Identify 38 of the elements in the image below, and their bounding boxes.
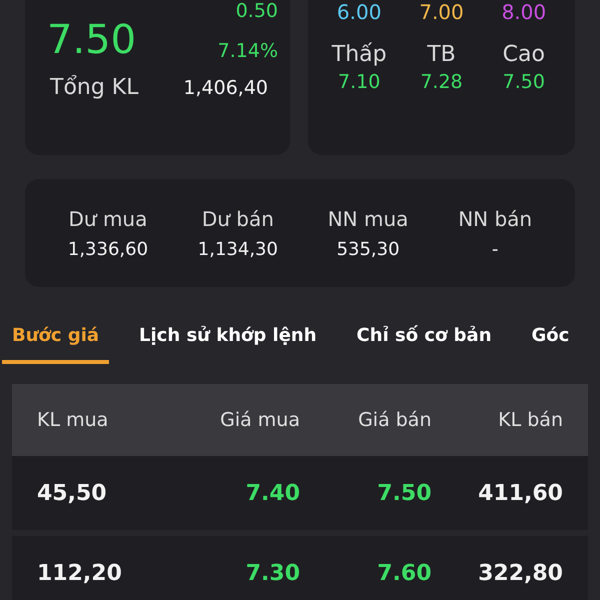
tab[interactable]: Chỉ số cơ bản (346, 319, 502, 364)
range-value: 7.10 (338, 71, 380, 93)
table-cell-text: 112,20 (37, 560, 123, 586)
summary-value: - (492, 238, 498, 260)
range-value: 7.28 (420, 71, 463, 93)
reference-price: 8.00 (502, 0, 546, 24)
table-cell-text: 7.60 (376, 560, 432, 586)
table-cell-text: 7.40 (244, 480, 300, 506)
table-cell-text: 411,60 (477, 480, 563, 506)
range-label: Cao (502, 42, 545, 67)
summary-value: 535,30 (336, 238, 400, 260)
summary-label: Dư mua (68, 206, 148, 230)
tab[interactable]: Bước giá (2, 319, 110, 364)
total-volume-label: Tổng KL (49, 75, 138, 100)
range-value: 7.50 (502, 71, 545, 93)
table-cell-text: 7.50 (376, 480, 432, 506)
column-header: KL mua (37, 409, 110, 431)
summary-label: NN mua (328, 206, 408, 230)
table-cell-text: 322,80 (477, 560, 563, 586)
column-header: Giá bán (357, 409, 432, 431)
column-header: Giá mua (219, 409, 300, 431)
summary-value: 1,336,60 (68, 238, 148, 260)
tab[interactable]: Lịch sử khớp lệnh (129, 319, 327, 364)
range-label: TB (427, 42, 456, 67)
summary-label: NN bán (458, 206, 532, 230)
table-cell-text: 45,50 (37, 480, 108, 506)
reference-price: 7.00 (419, 0, 464, 24)
percent-change: 7.14% (218, 40, 278, 62)
summary-value: 1,134,30 (198, 238, 278, 260)
price-change: 0.50 (236, 0, 278, 22)
last-price: 7.50 (47, 17, 136, 63)
tab[interactable]: Góc (522, 319, 580, 364)
reference-price: 6.00 (336, 0, 382, 24)
total-volume-value: 1,406,40 (183, 77, 268, 99)
summary-label: Dư bán (202, 206, 274, 230)
range-label: Thấp (332, 42, 387, 67)
table-cell-text: 7.30 (244, 560, 300, 586)
column-header: KL bán (497, 409, 563, 431)
